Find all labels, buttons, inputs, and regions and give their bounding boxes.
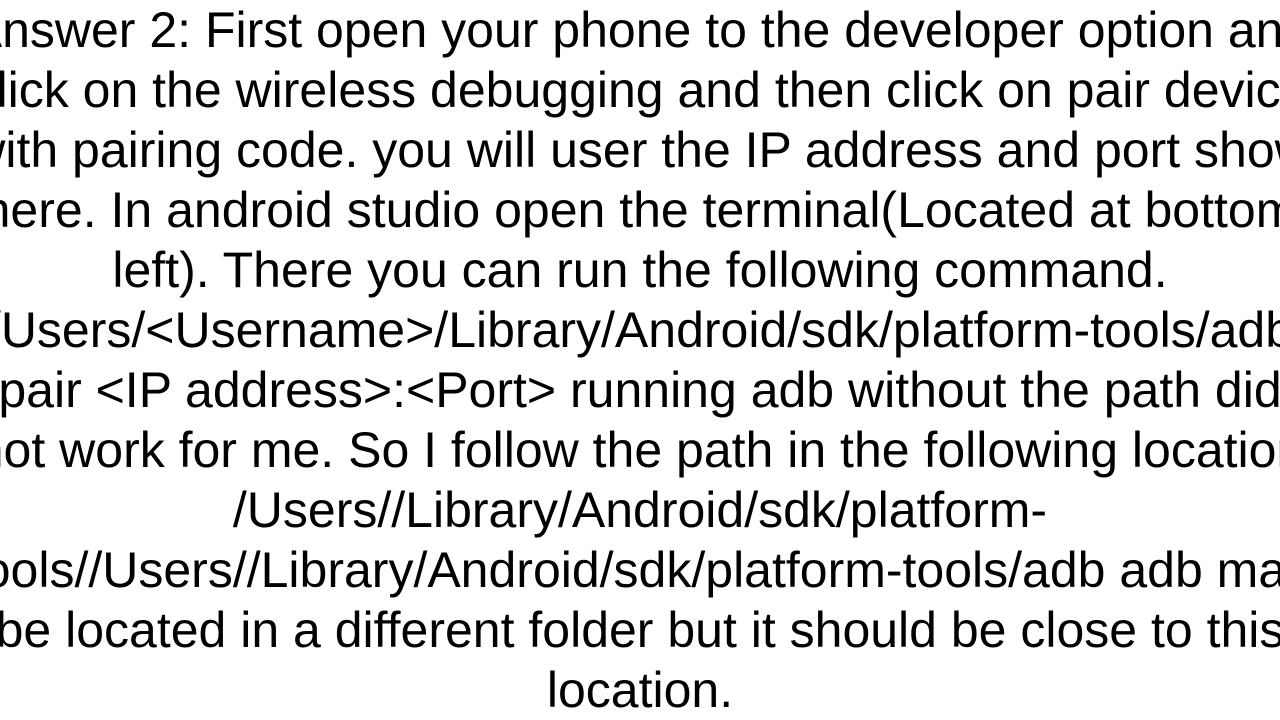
answer-body-text: Answer 2: First open your phone to the d…	[0, 0, 1280, 720]
document-viewport: Answer 2: First open your phone to the d…	[0, 0, 1280, 720]
